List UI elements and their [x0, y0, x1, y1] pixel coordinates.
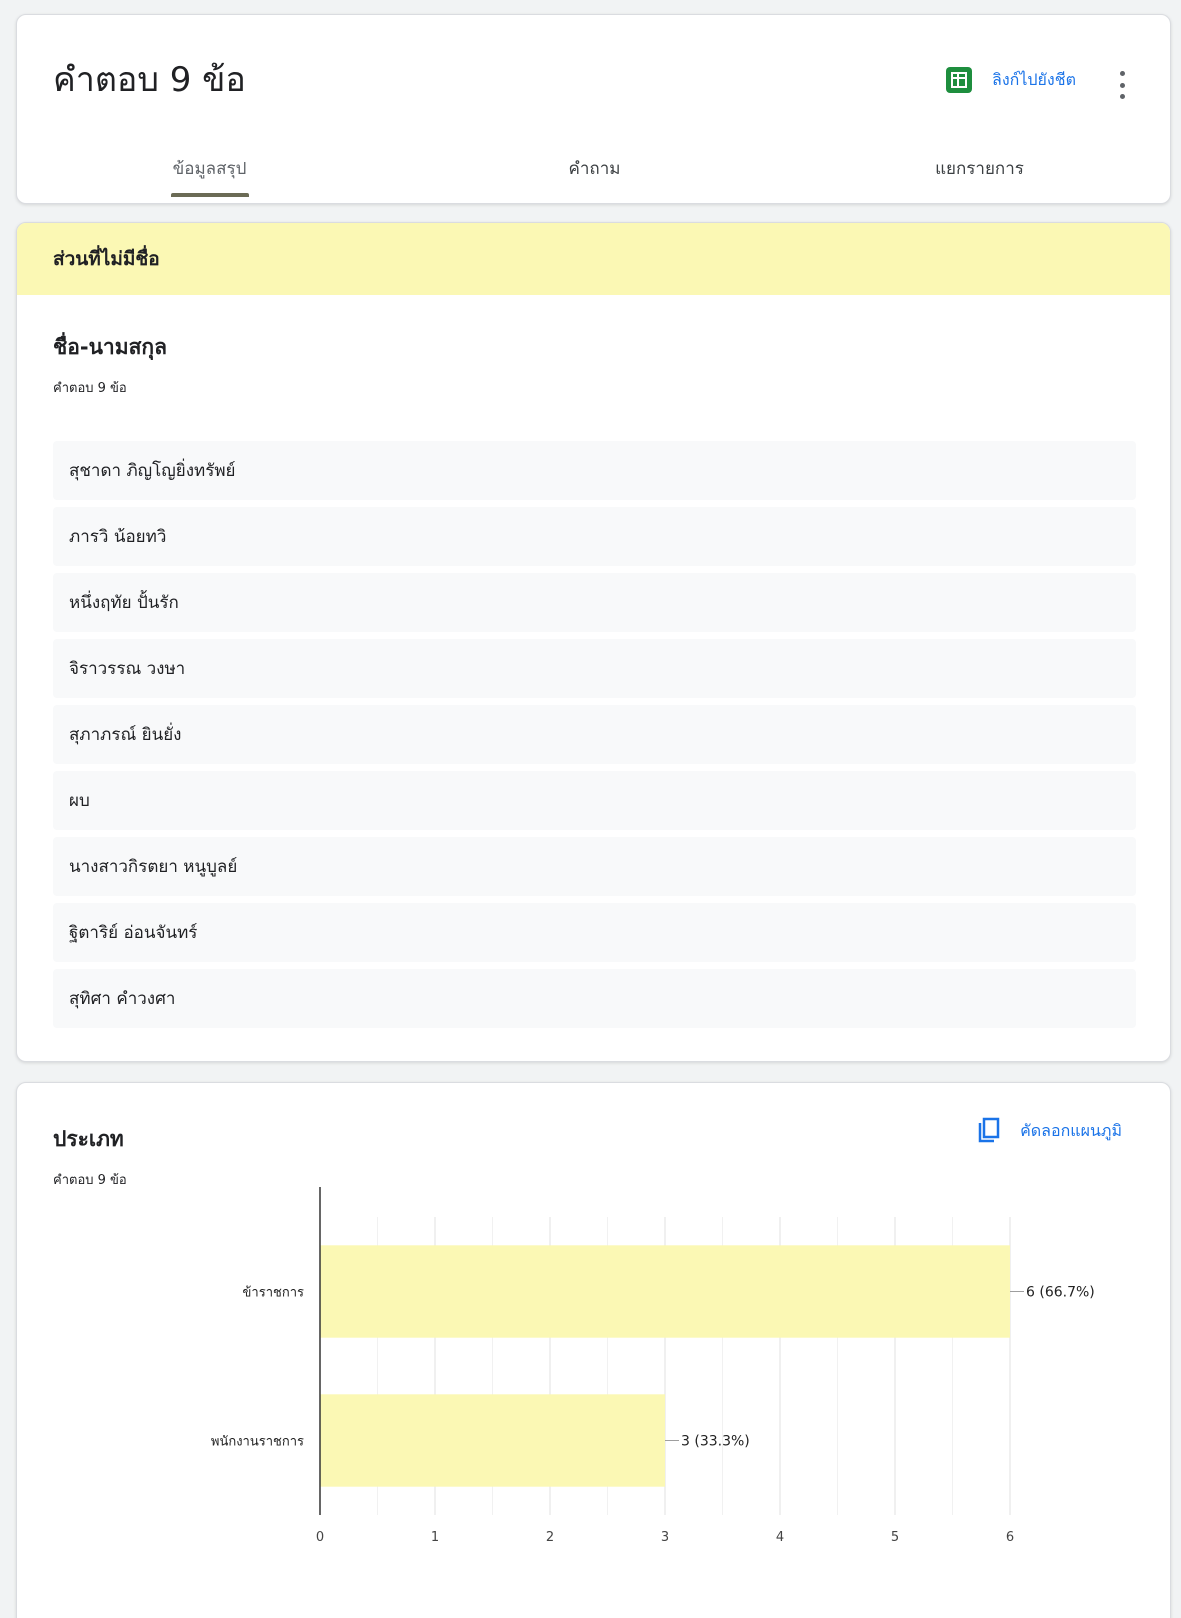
answer-list: สุชาดา ภิญโญยิ่งทรัพย์ ภารวิ น้อยทวิ หนึ…: [53, 441, 1136, 1035]
answer-item: สุทิศา คำวงศา: [53, 969, 1136, 1028]
data-label: 6 (66.7%): [1026, 1285, 1095, 1301]
tab-summary[interactable]: ข้อมูลสรุป: [17, 133, 402, 203]
category-label: พนักงานราชการ: [211, 1435, 304, 1450]
section-banner: ส่วนที่ไม่มีชื่อ: [17, 223, 1170, 295]
sheets-icon: [946, 67, 973, 93]
tab-individual-label: แยกรายการ: [935, 158, 1024, 179]
active-tab-indicator: [170, 193, 249, 197]
x-tick-label: 3: [661, 1530, 669, 1545]
x-tick-label: 6: [1006, 1530, 1014, 1545]
bar: [320, 1245, 1010, 1338]
tab-individual[interactable]: แยกรายการ: [787, 133, 1172, 203]
section-card: ส่วนที่ไม่มีชื่อ ชื่อ-นามสกุล คำตอบ 9 ข้…: [16, 222, 1171, 1062]
answer-item: ผบ: [53, 771, 1136, 830]
x-tick-label: 4: [776, 1530, 784, 1545]
tab-questions-label: คำถาม: [568, 158, 621, 179]
answer-item: นางสาวกิรตยา หนูบูลย์: [53, 837, 1136, 896]
answer-item: ภารวิ น้อยทวิ: [53, 507, 1136, 566]
responses-header-card: คำตอบ 9 ข้อ ลิงก์ไปยังชีต ข้อมูลสรุป คำถ…: [16, 14, 1171, 204]
bar-chart: ข้าราชการ 6 (66.7%) พนักงานราชการ 3 (33.3%)…: [211, 1187, 1095, 1545]
tab-summary-label: ข้อมูลสรุป: [172, 158, 247, 179]
answer-item: จิราวรรณ วงษา: [53, 639, 1136, 698]
answer-item: สุชาดา ภิญโญยิ่งทรัพย์: [53, 441, 1136, 500]
x-tick-label: 1: [431, 1530, 439, 1545]
responses-tabs: ข้อมูลสรุป คำถาม แยกรายการ: [17, 133, 1170, 203]
link-to-sheets-label: ลิงก์ไปยังชีต: [992, 69, 1076, 89]
answer-item: สุภาภรณ์ ยินยั่ง: [53, 705, 1136, 764]
answer-item: หนึ่งฤทัย ปั้นรัก: [53, 573, 1136, 632]
more-options-icon[interactable]: [1116, 71, 1128, 99]
data-label: 3 (33.3%): [681, 1434, 750, 1450]
tab-questions[interactable]: คำถาม: [402, 133, 787, 203]
x-tick-label: 5: [891, 1530, 899, 1545]
question-title: ชื่อ-นามสกุล: [53, 335, 167, 359]
chart-question-card: ประเภท คำตอบ 9 ข้อ คัดลอกแผนภูมิ ข้าราชก…: [16, 1082, 1171, 1618]
category-label: ข้าราชการ: [243, 1286, 304, 1301]
answer-item: ฐิตาริย์ อ่อนจันทร์: [53, 903, 1136, 962]
link-to-sheets-button[interactable]: ลิงก์ไปยังชีต: [946, 67, 1076, 93]
x-tick-label: 0: [316, 1530, 324, 1545]
forms-responses-page: คำตอบ 9 ข้อ ลิงก์ไปยังชีต ข้อมูลสรุป คำถ…: [0, 0, 1181, 1618]
question-response-count: คำตอบ 9 ข้อ: [53, 381, 127, 396]
x-tick-label: 2: [546, 1530, 554, 1545]
bar: [320, 1394, 665, 1487]
responses-title: คำตอบ 9 ข้อ: [53, 60, 246, 100]
